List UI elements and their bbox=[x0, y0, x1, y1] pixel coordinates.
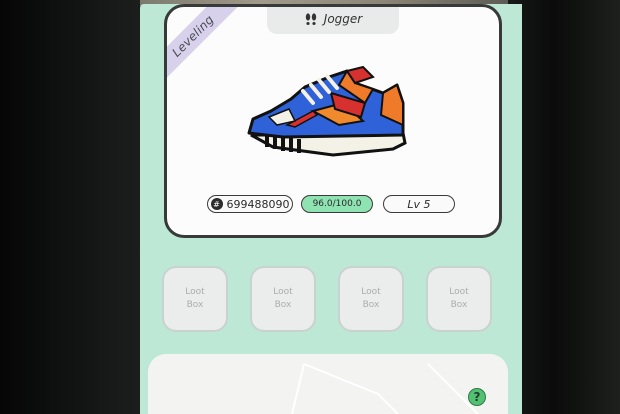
map-lines bbox=[291, 363, 479, 414]
loot-box-slot[interactable]: Loot Box bbox=[426, 266, 492, 332]
sneaker-id: 699488090 bbox=[226, 197, 290, 211]
feet-icon bbox=[305, 13, 316, 25]
map-panel bbox=[148, 354, 508, 414]
help-label: ? bbox=[473, 390, 481, 404]
sneaker-type-tab: Jogger bbox=[267, 7, 399, 34]
level-pill: Lv 5 bbox=[383, 195, 455, 213]
loot-box-slot[interactable]: Loot Box bbox=[162, 266, 228, 332]
loot-box-slot[interactable]: Loot Box bbox=[250, 266, 316, 332]
loot-box-slot[interactable]: Loot Box bbox=[338, 266, 404, 332]
durability-value: 96.0/100.0 bbox=[312, 199, 362, 209]
leveling-ribbon-label: Leveling bbox=[169, 12, 217, 60]
device-bezel-right bbox=[508, 0, 620, 414]
leveling-ribbon: Leveling bbox=[167, 7, 241, 84]
sneaker-image bbox=[247, 65, 407, 157]
sneaker-stats: # 699488090 96.0/100.0 Lv 5 bbox=[207, 195, 459, 215]
sneaker-card[interactable]: Leveling Jogger # 699488090 96.0/100.0 L… bbox=[164, 4, 502, 238]
app-screen: Leveling Jogger # 699488090 96.0/100.0 L… bbox=[140, 4, 522, 414]
loot-box-row: Loot Box Loot Box Loot Box Loot Box bbox=[162, 266, 502, 336]
sneaker-type-label: Jogger bbox=[323, 12, 363, 26]
level-value: Lv 5 bbox=[407, 197, 431, 211]
hash-icon: # bbox=[210, 198, 223, 210]
help-button[interactable]: ? bbox=[468, 388, 486, 406]
device-bezel-left bbox=[0, 0, 140, 414]
durability-pill: 96.0/100.0 bbox=[301, 195, 373, 213]
sneaker-id-pill: # 699488090 bbox=[207, 195, 293, 213]
